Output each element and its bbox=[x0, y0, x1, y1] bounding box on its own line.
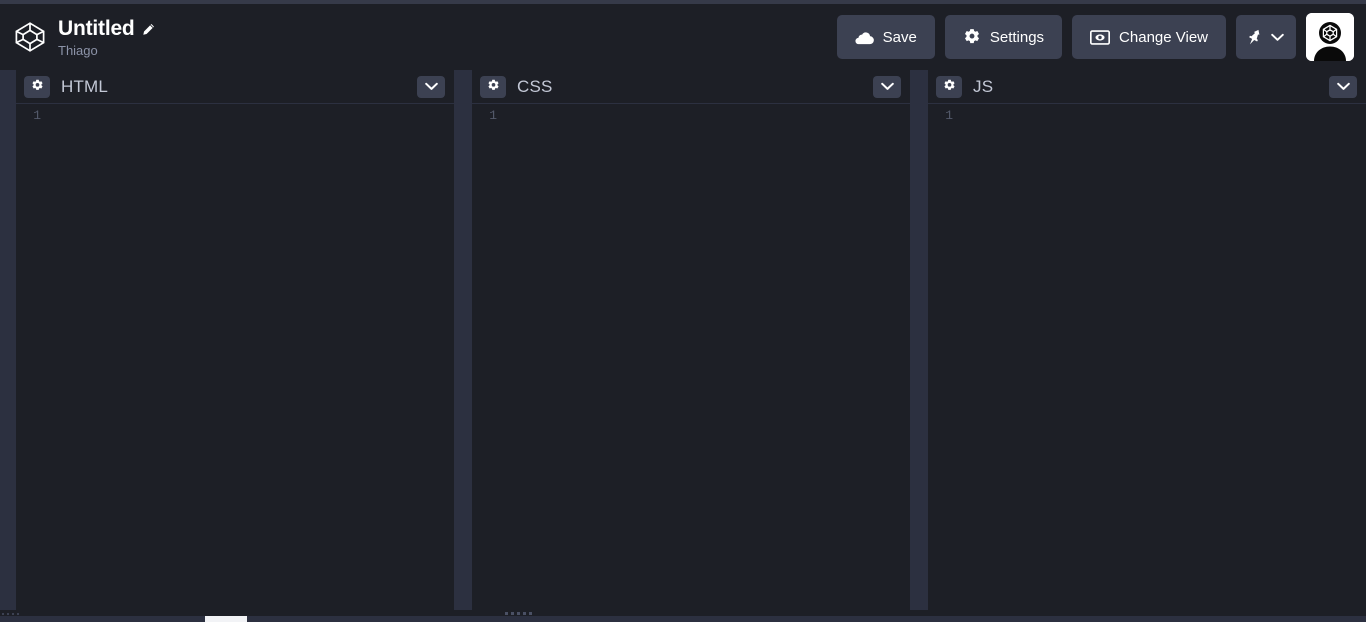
editor-pane-js: JS 1 bbox=[928, 70, 1366, 610]
chevron-down-icon bbox=[1336, 79, 1350, 94]
js-pane-settings-button[interactable] bbox=[936, 75, 962, 98]
pushpin-icon bbox=[1248, 29, 1264, 46]
chevron-down-icon bbox=[880, 79, 894, 94]
pen-title-block: Untitled Thiago bbox=[58, 18, 155, 57]
save-button-label: Save bbox=[882, 28, 917, 46]
app-header: Untitled Thiago Save Settings Change Vie… bbox=[0, 4, 1366, 70]
html-code-editor[interactable]: 1 bbox=[16, 104, 454, 610]
editor-pane-html: HTML 1 bbox=[16, 70, 454, 610]
js-pane-collapse-button[interactable] bbox=[1329, 75, 1357, 98]
page-title[interactable]: Untitled bbox=[58, 18, 135, 39]
pin-dropdown-button[interactable] bbox=[1236, 15, 1296, 59]
gear-icon bbox=[31, 79, 44, 95]
html-pane-collapse-button[interactable] bbox=[417, 75, 445, 98]
chevron-down-icon bbox=[1271, 33, 1284, 42]
pane-header-css: CSS bbox=[472, 70, 910, 104]
pen-author-label[interactable]: Thiago bbox=[58, 44, 155, 57]
gear-icon bbox=[963, 28, 981, 46]
code-line: 1 bbox=[928, 104, 1366, 123]
horizontal-scrollbar-thumb[interactable] bbox=[205, 616, 247, 622]
codepen-editor-window: Untitled Thiago Save Settings Change Vie… bbox=[0, 0, 1366, 622]
css-code-editor[interactable]: 1 bbox=[472, 104, 910, 610]
line-number: 1 bbox=[945, 108, 953, 123]
gear-icon bbox=[487, 79, 500, 95]
css-pane-collapse-button[interactable] bbox=[873, 75, 901, 98]
pane-resizer-html-css[interactable] bbox=[454, 70, 472, 610]
pane-label-css: CSS bbox=[517, 76, 553, 96]
chevron-down-icon bbox=[424, 79, 438, 94]
horizontal-scrollbar[interactable] bbox=[0, 616, 1366, 622]
pane-header-html: HTML bbox=[16, 70, 454, 104]
css-pane-settings-button[interactable] bbox=[480, 75, 506, 98]
line-number: 1 bbox=[33, 108, 41, 123]
pen-title-row[interactable]: Untitled bbox=[58, 18, 155, 39]
eye-in-box-icon bbox=[1090, 29, 1111, 45]
save-button[interactable]: Save bbox=[836, 15, 935, 59]
change-view-button-label: Change View bbox=[1119, 28, 1208, 46]
js-code-editor[interactable]: 1 bbox=[928, 104, 1366, 610]
cloud-icon bbox=[855, 30, 874, 45]
settings-button[interactable]: Settings bbox=[944, 15, 1063, 59]
change-view-button[interactable]: Change View bbox=[1072, 15, 1226, 59]
html-pane-settings-button[interactable] bbox=[24, 75, 50, 98]
settings-button-label: Settings bbox=[989, 28, 1045, 46]
code-line: 1 bbox=[472, 104, 910, 123]
code-line: 1 bbox=[16, 104, 454, 123]
gear-icon bbox=[943, 79, 956, 95]
editor-panes-container: HTML 1 CSS 1 JS 1 bbox=[0, 70, 1366, 610]
avatar[interactable] bbox=[1306, 13, 1354, 61]
pane-resizer-css-js[interactable] bbox=[910, 70, 928, 610]
left-edge-gutter bbox=[0, 70, 16, 610]
pencil-icon[interactable] bbox=[142, 23, 155, 36]
pane-label-html: HTML bbox=[61, 76, 109, 96]
pane-header-js: JS bbox=[928, 70, 1366, 104]
codepen-logo-icon[interactable] bbox=[13, 20, 47, 54]
editor-pane-css: CSS 1 bbox=[472, 70, 910, 610]
pane-label-js: JS bbox=[973, 76, 994, 96]
header-actions: Save Settings Change View bbox=[836, 13, 1354, 61]
line-number: 1 bbox=[489, 108, 497, 123]
